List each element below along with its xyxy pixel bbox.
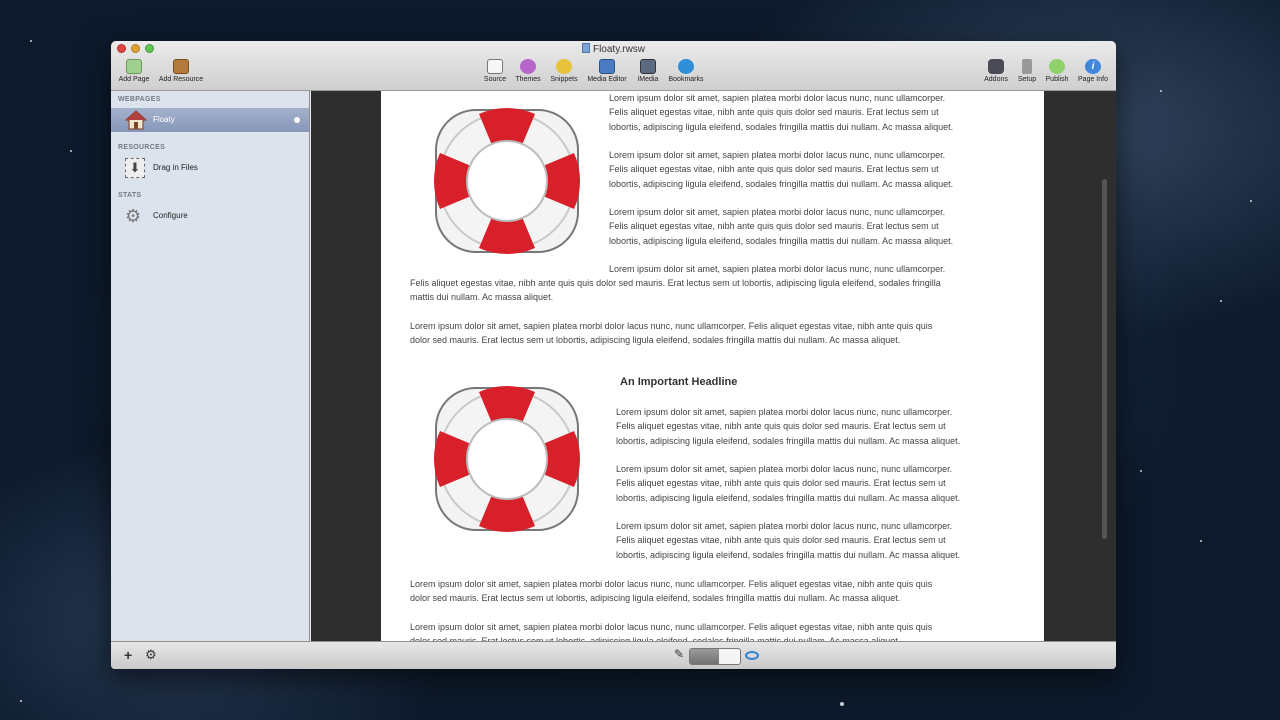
eye-icon[interactable] — [745, 651, 759, 660]
life-buoy-icon — [433, 385, 581, 533]
addons-button[interactable]: Addons — [981, 59, 1011, 89]
life-buoy-icon — [433, 107, 581, 255]
paragraph: Lorem ipsum dolor sit amet, sapien plate… — [410, 579, 933, 604]
snippets-button[interactable]: Snippets — [547, 59, 581, 89]
paragraph: Lorem ipsum dolor sit amet, sapien plate… — [410, 321, 933, 346]
media-editor-icon — [599, 59, 615, 74]
setup-button[interactable]: Setup — [1014, 59, 1040, 89]
bookmarks-button[interactable]: Bookmarks — [665, 59, 707, 89]
themes-icon — [520, 59, 536, 74]
gear-icon: ⚙ — [125, 206, 142, 226]
paragraph: Lorem ipsum dolor sit amet, sapien plate… — [616, 464, 961, 503]
app-window: Floaty.rwsw Add Page Add Resource Source… — [111, 41, 1116, 669]
action-gear-icon[interactable]: ⚙ — [145, 647, 157, 663]
themes-button[interactable]: Themes — [512, 59, 544, 89]
pencil-icon[interactable]: ✎ — [674, 647, 684, 661]
window-title: Floaty.rwsw — [111, 43, 1116, 55]
publish-button[interactable]: Publish — [1042, 59, 1072, 89]
edit-preview-toggle[interactable] — [689, 648, 741, 665]
add-page-button[interactable]: Add Page — [116, 59, 152, 89]
headline: An Important Headline — [620, 376, 738, 388]
page-info-button[interactable]: i Page Info — [1075, 59, 1111, 89]
unsaved-dot — [294, 117, 300, 123]
paragraph: Lorem ipsum dolor sit amet, sapien plate… — [410, 622, 933, 641]
add-resource-icon — [173, 59, 189, 74]
toggle-knob — [690, 649, 719, 664]
bookmarks-icon — [678, 59, 694, 74]
add-resource-button[interactable]: Add Resource — [155, 59, 207, 89]
source-button[interactable]: Source — [481, 59, 509, 89]
snippets-icon — [556, 59, 572, 74]
sidebar-item-configure[interactable]: ⚙ Configure — [111, 204, 309, 228]
paragraph: Felis aliquet egestas vitae, nibh ante q… — [410, 278, 941, 303]
media-editor-button[interactable]: Media Editor — [584, 59, 630, 89]
bottom-bar: + ⚙ ✎ — [111, 641, 1116, 669]
paragraph: Lorem ipsum dolor sit amet, sapien plate… — [609, 150, 954, 189]
sidebar: WEBPAGES Floaty RESOURCES ⬇ Drag in File… — [111, 91, 310, 641]
home-icon — [124, 110, 148, 130]
paragraph: Lorem ipsum dolor sit amet, sapien plate… — [609, 207, 954, 246]
imedia-button[interactable]: iMedia — [634, 59, 662, 89]
sidebar-item-floaty[interactable]: Floaty — [111, 108, 309, 132]
page-canvas[interactable]: Lorem ipsum dolor sit amet, sapien plate… — [311, 91, 1116, 641]
sidebar-item-drag-in-files[interactable]: ⬇ Drag in Files — [111, 156, 309, 180]
add-icon[interactable]: + — [124, 647, 132, 663]
info-icon: i — [1085, 59, 1101, 74]
title-bar: Floaty.rwsw Add Page Add Resource Source… — [111, 41, 1116, 91]
vertical-scrollbar[interactable] — [1102, 179, 1107, 539]
addons-icon — [988, 59, 1004, 74]
web-page-preview: Lorem ipsum dolor sit amet, sapien plate… — [381, 91, 1044, 641]
webpages-heading: WEBPAGES — [118, 96, 161, 103]
publish-icon — [1049, 59, 1065, 74]
resources-heading: RESOURCES — [118, 144, 166, 151]
imedia-icon — [640, 59, 656, 74]
paragraph: Lorem ipsum dolor sit amet, sapien plate… — [616, 407, 961, 446]
paragraph: Lorem ipsum dolor sit amet, sapien plate… — [609, 93, 954, 132]
source-icon — [487, 59, 503, 74]
download-arrow-icon: ⬇ — [125, 158, 145, 178]
paragraph: Lorem ipsum dolor sit amet, sapien plate… — [616, 521, 961, 560]
setup-icon — [1022, 59, 1032, 74]
paragraph: Lorem ipsum dolor sit amet, sapien plate… — [609, 264, 946, 274]
document-icon — [581, 43, 590, 53]
stats-heading: STATS — [118, 192, 142, 199]
add-page-icon — [126, 59, 142, 74]
